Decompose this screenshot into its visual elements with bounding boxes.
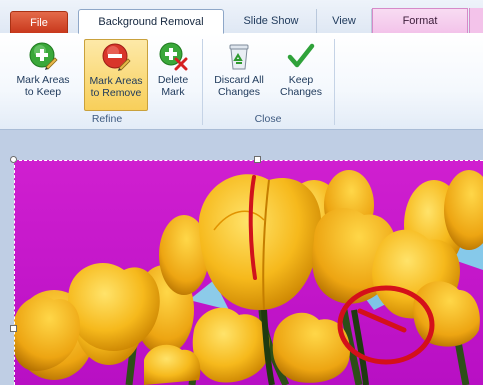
ribbon-tab-strip: File Background Removal Slide Show View … [0,0,483,34]
group-separator [202,39,203,125]
close-group-label: Close [254,113,282,125]
discard-all-changes-label: Discard All Changes [214,74,264,98]
mark-areas-to-remove-label: Mark Areas to Remove [89,75,143,99]
mark-areas-to-keep-button[interactable]: Mark Areas to Keep [14,39,72,111]
delete-mark-button[interactable]: Delete Mark [150,39,196,111]
delete-mark-label: Delete Mark [157,74,189,98]
group-separator [334,39,335,125]
refine-group-label: Refine [91,113,123,125]
ribbon-panel: Mark Areas to Keep Mark Areas to Remove … [0,33,483,130]
checkmark-icon [287,43,315,68]
red-minus-pencil-icon [102,43,131,71]
green-plus-pencil-icon [29,42,58,70]
keep-changes-button[interactable]: Keep Changes [273,39,329,111]
selection-border [14,160,483,385]
recycle-bin-icon [229,44,249,70]
discard-all-changes-button[interactable]: Discard All Changes [207,39,271,111]
tab-background-removal[interactable]: Background Removal [78,9,224,34]
tab-view[interactable]: View [316,9,372,33]
resize-handle-middle-left[interactable] [10,325,17,332]
resize-handle-top-center[interactable] [254,156,261,163]
tulip-photo-with-removal[interactable] [14,160,483,385]
tab-file[interactable]: File [10,11,68,33]
keep-changes-label: Keep Changes [279,74,323,98]
mark-areas-to-remove-button[interactable]: Mark Areas to Remove [84,39,148,111]
tab-overflow [469,8,483,33]
tab-slide-show[interactable]: Slide Show [228,9,314,33]
resize-handle-top-left[interactable] [10,156,17,163]
tab-format[interactable]: Format [372,8,468,33]
mark-areas-to-keep-label: Mark Areas to Keep [16,74,70,98]
delete-mark-icon [159,42,188,71]
